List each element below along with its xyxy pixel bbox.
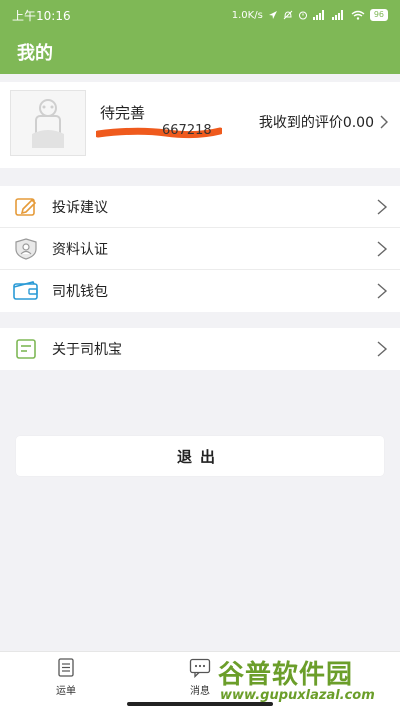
watermark-url: www.gupuxlazal.com: [220, 688, 375, 703]
menu-item-wallet[interactable]: 司机钱包: [0, 270, 400, 312]
avatar[interactable]: [10, 90, 86, 156]
tab-waybill[interactable]: 运单: [36, 658, 96, 697]
app-bar: 我的: [0, 30, 400, 74]
wifi-icon: [351, 10, 365, 20]
mute-bell-icon: [283, 10, 293, 20]
edit-icon: [12, 196, 40, 218]
menu-item-about[interactable]: 关于司机宝: [0, 328, 400, 370]
logout-button[interactable]: 退出: [16, 436, 384, 476]
network-speed: 1.0K/s: [231, 9, 263, 21]
signal-icon: [312, 10, 324, 20]
waybill-icon: [58, 658, 74, 677]
phone-redacted: 667218: [94, 123, 224, 139]
menu-group-secondary: 关于司机宝: [0, 328, 400, 370]
signal-icon-2: [331, 10, 343, 20]
alarm-icon: [298, 11, 307, 20]
battery-icon: 96: [369, 9, 388, 21]
tab-waybill-label: 运单: [56, 686, 76, 697]
chevron-right-icon: [377, 341, 388, 357]
status-icons: 1.0K/s 96: [232, 9, 388, 21]
avatar-placeholder-icon: [32, 99, 64, 148]
page-title: 我的: [17, 43, 53, 64]
watermark-title: 谷普软件园: [218, 660, 354, 690]
status-bar: 上午10:16 1.0K/s 96: [0, 0, 400, 30]
id-shield-icon: [12, 237, 40, 260]
rating-label: 我收到的评价0.00: [258, 115, 374, 131]
chevron-right-icon: [377, 240, 388, 257]
home-indicator: [127, 702, 273, 706]
tab-messages-label: 消息: [190, 686, 210, 697]
wallet-icon: [12, 280, 40, 302]
phone-visible-digits: 667218: [162, 123, 212, 138]
menu-item-verification[interactable]: 资料认证: [0, 228, 400, 270]
rating-link[interactable]: 我收到的评价0.00: [259, 112, 388, 132]
location-icon: [268, 11, 277, 19]
chevron-right-icon: [380, 115, 388, 129]
username: 待完善: [100, 104, 146, 122]
status-time: 上午10:16: [12, 8, 71, 23]
chevron-right-icon: [377, 283, 388, 299]
menu-group-primary: 投诉建议 资料认证 司机钱包: [0, 186, 400, 312]
message-icon: [189, 658, 211, 678]
watermark: 谷普软件园 www.gupuxlazal.com: [218, 654, 398, 706]
menu-item-complaint[interactable]: 投诉建议: [0, 186, 400, 228]
chevron-right-icon: [377, 198, 388, 215]
document-icon: [12, 338, 40, 360]
